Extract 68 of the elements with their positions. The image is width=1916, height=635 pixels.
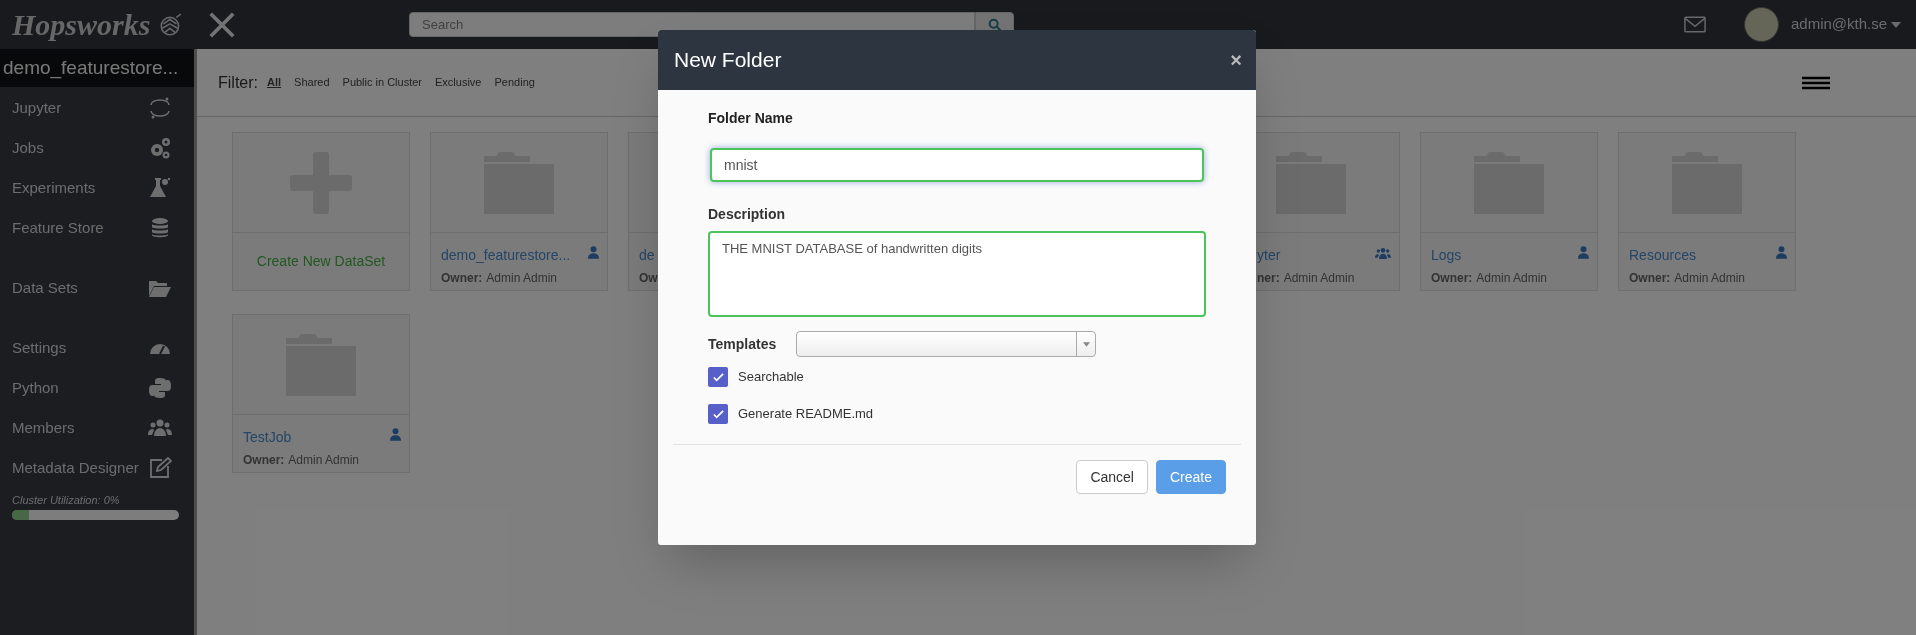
create-button[interactable]: Create — [1155, 460, 1226, 494]
edit-icon — [148, 456, 172, 480]
owner-label: Ow — [639, 270, 658, 287]
search-icon — [986, 16, 1003, 33]
owner-label: Owner: — [441, 270, 483, 287]
folder-card[interactable]: Logs Owner: Admin Admin — [1420, 132, 1598, 291]
templates-select[interactable] — [796, 331, 1096, 357]
folder-card[interactable]: TestJob Owner: Admin Admin — [232, 314, 410, 473]
checkbox[interactable] — [708, 367, 728, 387]
project-name[interactable]: demo_featurestore... — [0, 49, 194, 87]
owner-name: Admin Admin — [486, 270, 558, 287]
owner-label: Owner: — [1431, 270, 1473, 287]
flask-icon — [148, 176, 172, 200]
cancel-button[interactable]: Cancel — [1076, 460, 1148, 494]
gears-icon — [148, 136, 172, 160]
filter-option[interactable]: Shared — [294, 74, 330, 91]
owner-name: Admin Admin — [1476, 270, 1548, 287]
sidebar-item[interactable]: Metadata Designer — [0, 448, 194, 488]
snakes-icon — [148, 376, 172, 400]
field-label: Templates — [708, 334, 778, 354]
sidebar-item[interactable]: Data Sets — [0, 268, 194, 308]
owner-name: Admin Admin — [1283, 270, 1355, 287]
caret-icon — [1082, 341, 1090, 347]
filter-option[interactable]: Exclusive — [435, 74, 482, 91]
mail-icon — [1684, 16, 1706, 33]
checkbox[interactable] — [708, 404, 728, 424]
sidebar-item[interactable]: Jobs — [0, 128, 194, 168]
owner-label: ner: — [1257, 270, 1280, 287]
sidebar-item[interactable]: Settings — [0, 328, 194, 368]
folder-name[interactable]: Logs — [1431, 245, 1462, 266]
description-field[interactable]: THE MNIST DATABASE of handwritten digits — [708, 231, 1206, 317]
owner-label: Owner: — [1629, 270, 1671, 287]
menu-icon — [1802, 75, 1830, 90]
checkbox-label: Searchable — [738, 368, 804, 387]
avatar[interactable] — [1744, 7, 1779, 42]
sidebar-item[interactable]: Jupyter — [0, 88, 194, 128]
filter-option[interactable]: Pending — [494, 74, 535, 91]
create-dataset-link[interactable]: Create New DataSet — [256, 251, 386, 272]
owner-name: Admin Admin — [288, 452, 360, 469]
filter-option[interactable]: All — [267, 74, 282, 91]
sidebar-item[interactable]: Feature Store — [0, 208, 194, 248]
folder-card[interactable]: demo_featurestore... Owner: Admin Admin — [430, 132, 608, 291]
owner-label: Owner: — [243, 452, 285, 469]
folder-name[interactable]: de — [639, 245, 655, 266]
sidebar-item[interactable]: Experiments — [0, 168, 194, 208]
checkmark-icon — [711, 370, 725, 384]
owner-name: Admin Admin — [1674, 270, 1746, 287]
filter-option[interactable]: Public in Cluster — [342, 74, 423, 91]
folder-name-field[interactable]: mnist — [710, 148, 1204, 182]
user-menu[interactable]: admin@kth.se — [1791, 13, 1902, 36]
field-label: Folder Name — [708, 109, 794, 128]
caret-icon — [1891, 21, 1902, 28]
cluster-utilization-label: Cluster Utilization: 0% — [12, 493, 121, 508]
field-label: Description — [708, 205, 786, 224]
dialog-title: New Folder — [674, 47, 782, 74]
folder-name[interactable]: yter — [1257, 245, 1281, 266]
checkmark-icon — [711, 407, 725, 421]
sidebar-item[interactable]: Members — [0, 408, 194, 448]
checkbox-label: Generate README.md — [738, 405, 874, 424]
folder-name[interactable]: Resources — [1629, 245, 1696, 266]
filter-label: Filter: — [218, 72, 258, 93]
folder-card[interactable]: Resources Owner: Admin Admin — [1618, 132, 1796, 291]
create-dataset-card[interactable]: Create New DataSet — [232, 132, 410, 291]
close-button[interactable]: × — [1230, 50, 1242, 70]
sidebar-item[interactable]: Python — [0, 368, 194, 408]
folder-name[interactable]: TestJob — [243, 427, 292, 448]
folder-name[interactable]: demo_featurestore... — [441, 245, 571, 266]
logo-text: Hopsworks — [12, 7, 151, 43]
